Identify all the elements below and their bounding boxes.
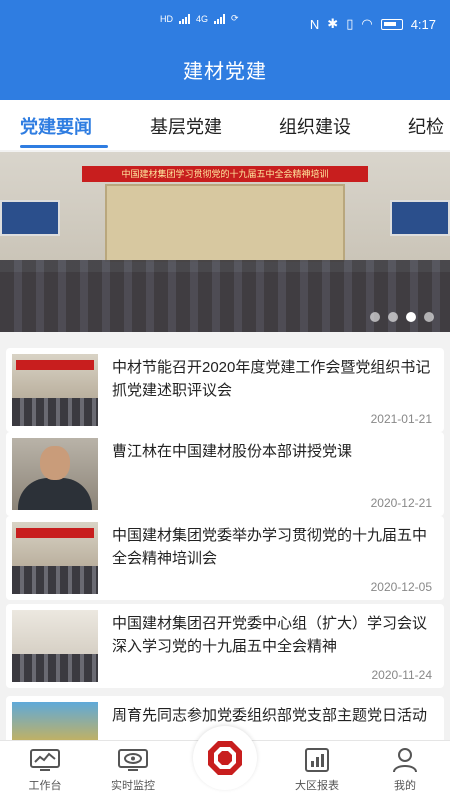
hd-icon: HD xyxy=(160,13,173,24)
nav-mine[interactable]: 我的 xyxy=(370,747,440,793)
nav-monitor[interactable]: 实时监控 xyxy=(98,747,168,793)
carousel-dot[interactable] xyxy=(424,312,434,322)
nav-label: 实时监控 xyxy=(111,780,155,792)
nav-label: 大区报表 xyxy=(295,780,339,792)
category-tabs: 党建要闻 基层党建 组织建设 纪检 xyxy=(0,100,450,150)
user-icon xyxy=(370,747,440,773)
news-date: 2021-01-21 xyxy=(370,412,432,426)
active-tab-indicator xyxy=(20,145,108,148)
network-indicators: HD 4G ⟳ xyxy=(160,13,239,24)
tab-discipline[interactable]: 纪检 xyxy=(408,113,444,139)
carousel-dot[interactable] xyxy=(388,312,398,322)
battery-icon xyxy=(380,18,403,30)
bluetooth-icon: ✱ xyxy=(327,16,339,31)
news-item[interactable]: 中国建材集团党委举办学习贯彻党的十九届五中全会精神培训会 2020-12-05 xyxy=(6,516,444,600)
banner-slogan: 中国建材集团学习贯彻党的十九届五中全会精神培训 xyxy=(82,166,368,182)
dashboard-icon xyxy=(10,747,80,773)
banner-carousel[interactable]: 中国建材集团学习贯彻党的十九届五中全会精神培训 xyxy=(0,152,450,332)
eye-monitor-icon xyxy=(98,747,168,773)
tab-grassroots[interactable]: 基层党建 xyxy=(150,113,222,139)
report-icon xyxy=(282,747,352,773)
news-thumbnail xyxy=(12,438,98,510)
news-thumbnail xyxy=(12,610,98,682)
banner-screen-right xyxy=(390,200,450,236)
center-home-button[interactable] xyxy=(193,726,257,790)
signal-icon xyxy=(179,13,190,24)
vibrate-icon: ▯ xyxy=(346,16,354,31)
nav-label: 我的 xyxy=(394,780,416,792)
news-thumbnail xyxy=(12,354,98,426)
nav-region-report[interactable]: 大区报表 xyxy=(282,747,352,793)
4g-icon: 4G xyxy=(196,13,209,24)
sync-icon: ⟳ xyxy=(231,13,239,23)
nav-workbench[interactable]: 工作台 xyxy=(10,747,80,793)
signal-icon-2 xyxy=(214,13,226,24)
news-title: 曹江林在中国建材股份本部讲授党课 xyxy=(112,443,353,460)
news-title: 中材节能召开2020年度党建工作会暨党组织书记抓党建述职评议会 xyxy=(112,359,431,399)
carousel-dot[interactable] xyxy=(370,312,380,322)
news-date: 2020-12-05 xyxy=(370,580,432,594)
news-item[interactable]: 曹江林在中国建材股份本部讲授党课 2020-12-21 xyxy=(6,432,444,516)
banner-stage xyxy=(105,184,345,262)
news-title: 中国建材集团召开党委中心组（扩大）学习会议深入学习党的十九届五中全会精神 xyxy=(112,615,428,655)
status-bar: HD 4G ⟳ N ✱ ▯ ◠ 4:17 xyxy=(0,0,450,48)
news-date: 2020-12-21 xyxy=(370,496,432,510)
tab-party-news[interactable]: 党建要闻 xyxy=(20,113,92,139)
carousel-dot-active[interactable] xyxy=(406,312,416,322)
nav-label: 工作台 xyxy=(28,780,62,792)
news-title: 周育先同志参加党委组织部党支部主题党日活动 xyxy=(112,707,428,724)
tab-organization[interactable]: 组织建设 xyxy=(279,113,351,139)
wifi-icon: ◠ xyxy=(361,16,373,31)
banner-screen-left xyxy=(0,200,60,236)
news-title: 中国建材集团党委举办学习贯彻党的十九届五中全会精神培训会 xyxy=(112,527,428,567)
clock: 4:17 xyxy=(410,16,436,32)
news-thumbnail xyxy=(12,522,98,594)
news-item[interactable]: 中材节能召开2020年度党建工作会暨党组织书记抓党建述职评议会 2021-01-… xyxy=(6,348,444,432)
carousel-dots xyxy=(370,312,434,322)
app-title: 建材党建 xyxy=(0,48,450,100)
news-item[interactable]: 中国建材集团召开党委中心组（扩大）学习会议深入学习党的十九届五中全会精神 202… xyxy=(6,604,444,688)
party-emblem-icon xyxy=(208,741,242,775)
nfc-icon: N xyxy=(309,16,320,32)
news-date: 2020-11-24 xyxy=(371,668,433,682)
